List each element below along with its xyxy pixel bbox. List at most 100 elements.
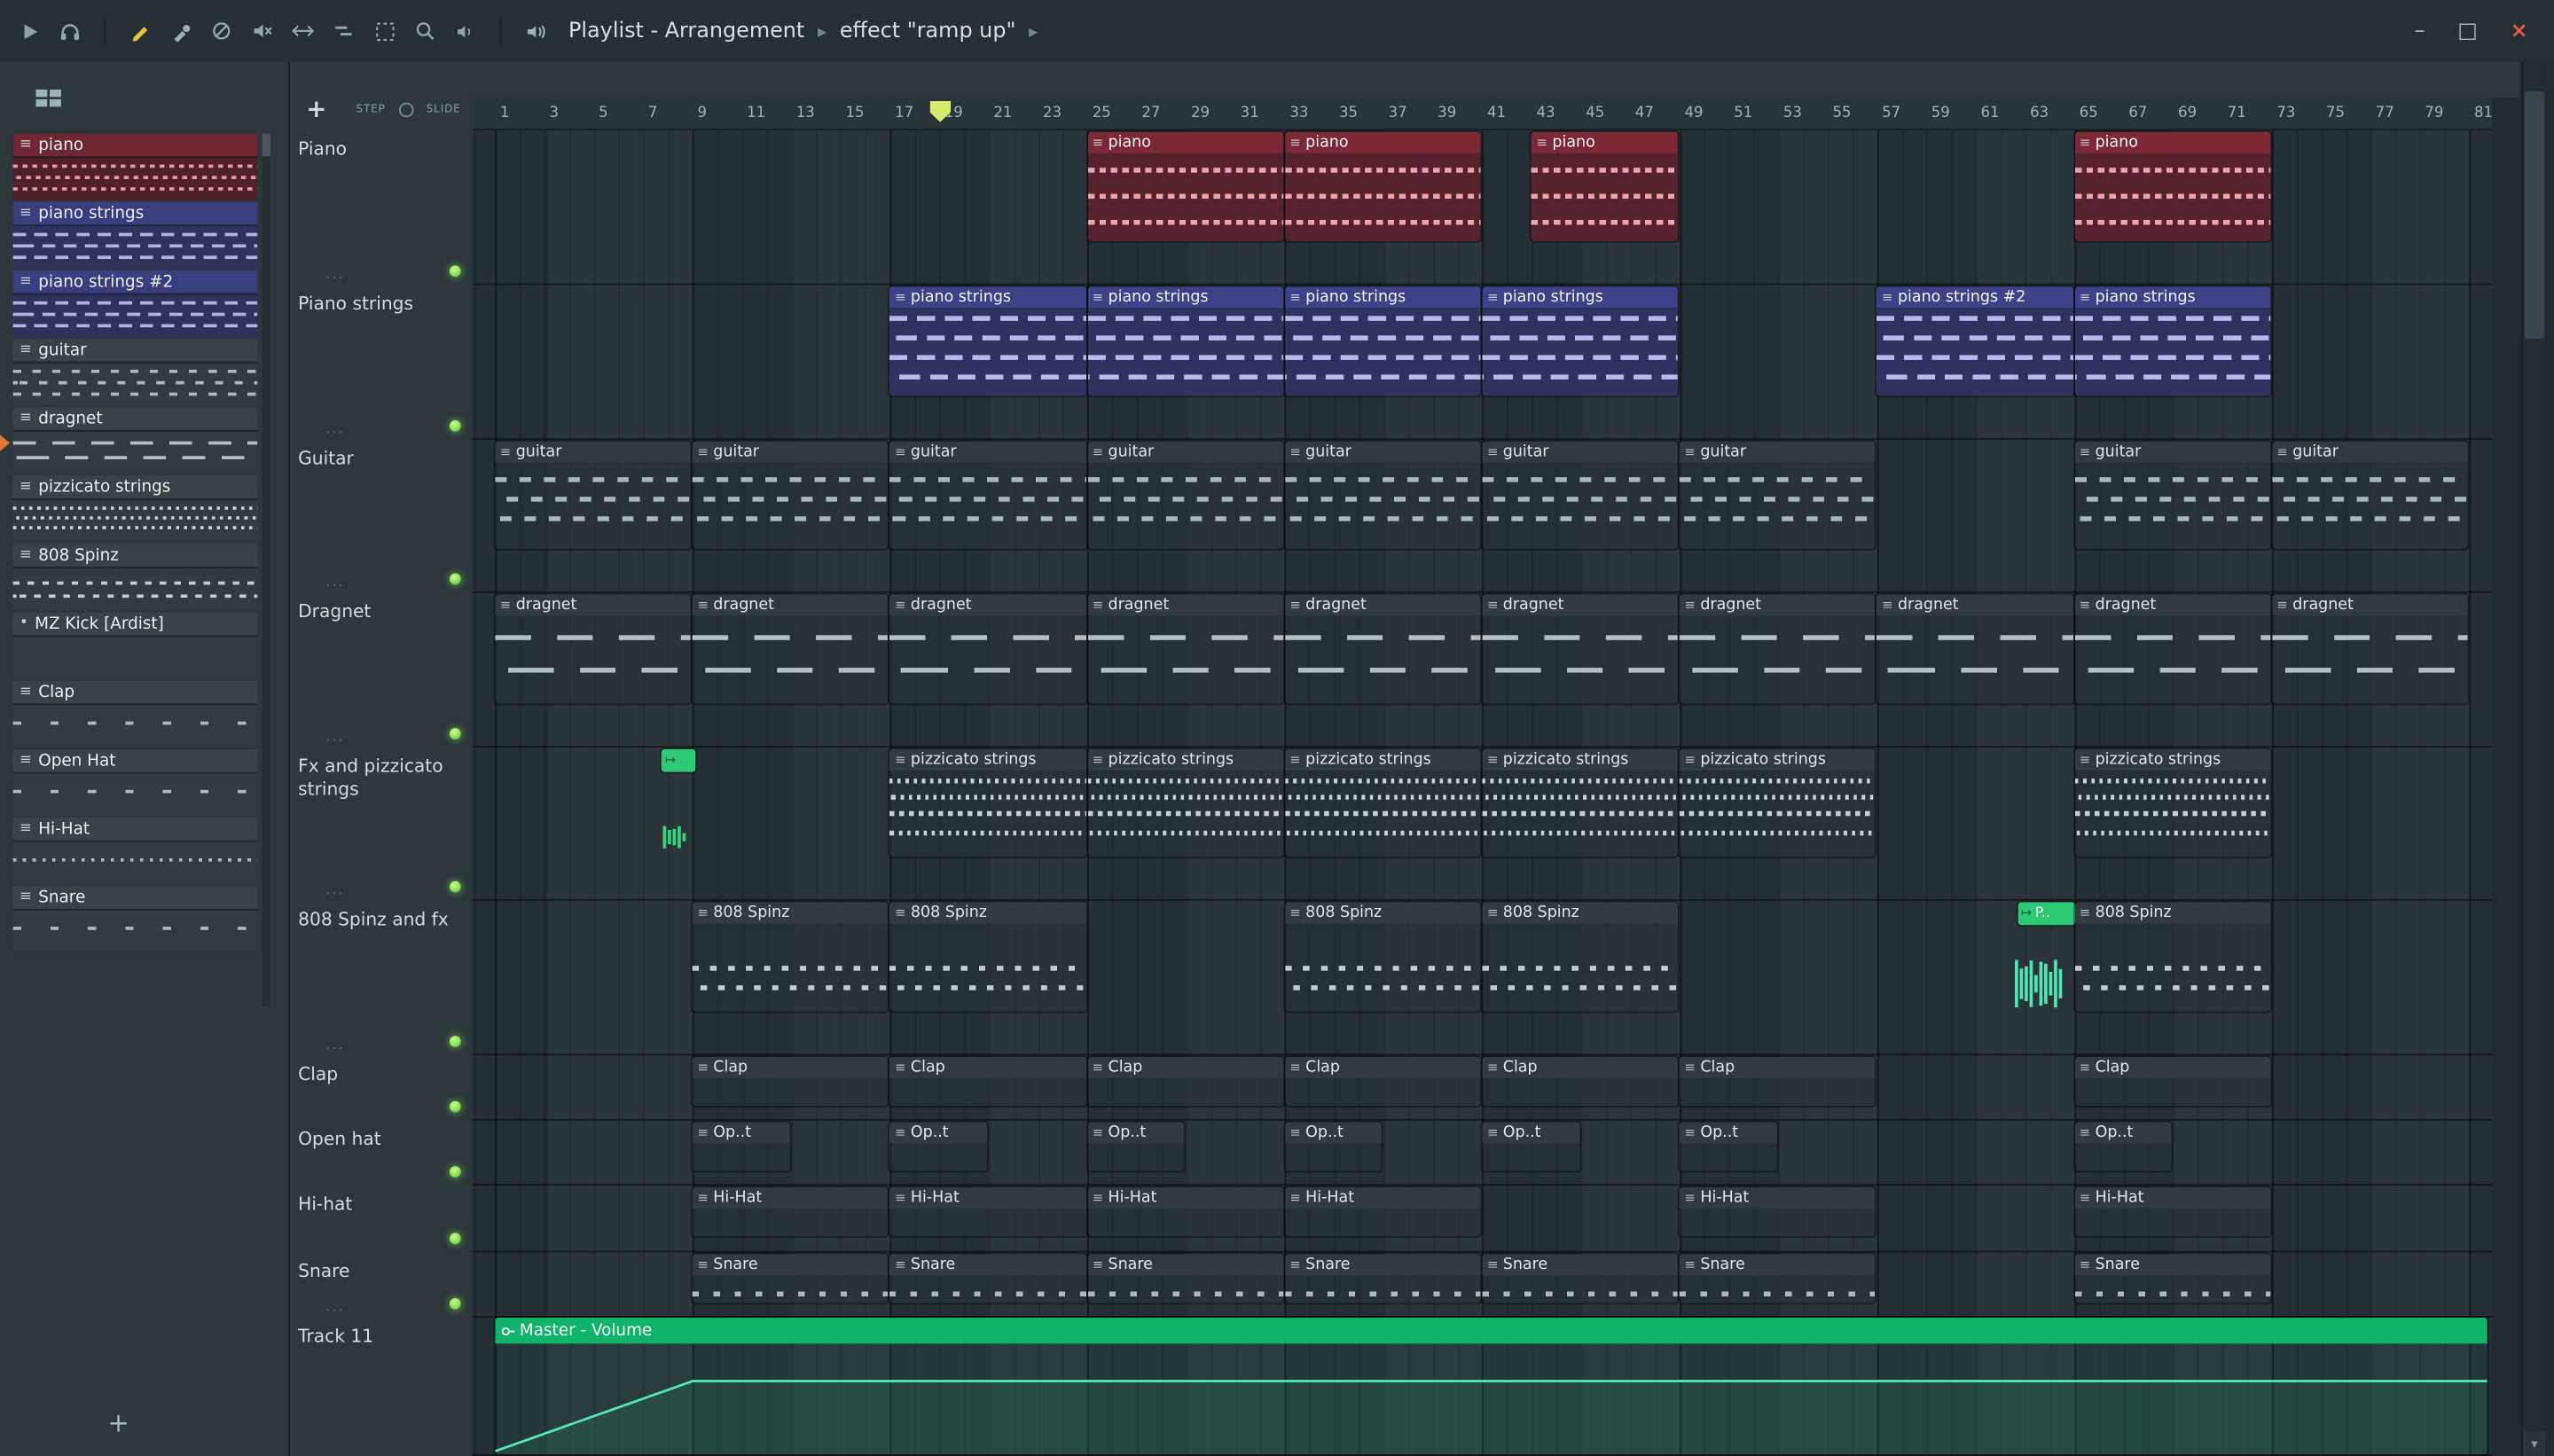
- pattern-item-header[interactable]: ≡ guitar: [12, 339, 258, 362]
- pattern-item-header[interactable]: ≡ Snare: [12, 886, 258, 909]
- pattern-item-header[interactable]: ≡ piano: [12, 133, 258, 157]
- minimize-button[interactable]: –: [2415, 20, 2425, 42]
- pattern-item-header[interactable]: ≡ Clap: [12, 680, 258, 704]
- pattern-clip[interactable]: ≡ guitar: [692, 441, 889, 549]
- pattern-clip[interactable]: ≡ guitar: [889, 441, 1086, 549]
- clip-header[interactable]: ≡ guitar: [2271, 441, 2468, 463]
- clip-header[interactable]: ≡ Snare: [1482, 1254, 1679, 1276]
- clip-header[interactable]: ≡ dragnet: [1284, 594, 1481, 616]
- clip-header[interactable]: ≡ Hi-Hat: [889, 1186, 1086, 1209]
- clip-header[interactable]: ≡ Snare: [692, 1254, 889, 1276]
- headphones-icon[interactable]: [57, 18, 82, 43]
- zoom-tool-icon[interactable]: [412, 18, 438, 43]
- clip-header[interactable]: ≡ Clap: [2074, 1057, 2271, 1078]
- pattern-clip[interactable]: ≡ Clap: [692, 1057, 889, 1107]
- playlist-grid[interactable]: ≡ piano ≡ piano ≡ piano ≡ piano ≡ piano strings ≡ p…: [472, 129, 2493, 1456]
- pattern-item-header[interactable]: • MZ Kick [Ardist]: [12, 612, 258, 636]
- clip-header[interactable]: ≡ guitar: [1087, 441, 1283, 463]
- pattern-clip[interactable]: ≡ Op..t: [1087, 1122, 1185, 1171]
- pattern-clip[interactable]: ≡ piano: [1087, 131, 1283, 241]
- paint-tool-icon[interactable]: [168, 18, 193, 43]
- pattern-clip[interactable]: ≡ dragnet: [2271, 594, 2468, 704]
- clip-header[interactable]: ≡ Op..t: [1087, 1122, 1185, 1144]
- clip-header[interactable]: ≡ Clap: [692, 1057, 889, 1078]
- track-enable-led[interactable]: [449, 1036, 461, 1048]
- audio-waveform[interactable]: [662, 826, 688, 849]
- clip-header[interactable]: ≡ 808 Spinz: [1482, 902, 1679, 924]
- clip-header[interactable]: ≡ Op..t: [889, 1122, 988, 1144]
- clip-header[interactable]: ≡ Clap: [1482, 1057, 1679, 1078]
- draw-tool-icon[interactable]: [127, 18, 153, 43]
- pattern-item[interactable]: ≡ dragnet: [0, 407, 258, 474]
- clip-header[interactable]: ≡ Clap: [1680, 1057, 1876, 1078]
- pattern-clip[interactable]: ≡ Clap: [1087, 1057, 1283, 1107]
- pattern-clip[interactable]: ≡ Snare: [1482, 1254, 1679, 1303]
- clip-header[interactable]: ≡ dragnet: [1482, 594, 1679, 616]
- select-tool-icon[interactable]: [372, 18, 397, 43]
- pattern-clip[interactable]: ≡ guitar: [2271, 441, 2468, 549]
- clip-header[interactable]: ≡ piano: [1284, 131, 1481, 153]
- timeline-ruler[interactable]: 1 3 5 7 9 11 13 15 17 19 21 23 25 27 29 31 33 35 37 39 41 43 4…: [472, 98, 2493, 130]
- pattern-clip[interactable]: ≡ Hi-Hat: [889, 1186, 1086, 1237]
- pattern-clip[interactable]: ≡ pizzicato strings: [1087, 748, 1283, 857]
- clip-header[interactable]: ≡ guitar: [889, 441, 1086, 463]
- add-pattern-button[interactable]: +: [107, 1407, 129, 1438]
- clip-header[interactable]: ≡ Op..t: [692, 1122, 790, 1144]
- pattern-item-header[interactable]: ≡ piano strings: [12, 201, 258, 225]
- clip-header[interactable]: ≡ piano strings #2: [1876, 286, 2073, 309]
- pattern-clip[interactable]: ≡ piano strings: [2074, 286, 2271, 396]
- clip-header[interactable]: ≡ Snare: [1284, 1254, 1481, 1276]
- slide-tool-icon[interactable]: [331, 18, 356, 43]
- pattern-item[interactable]: ≡ Clap: [12, 680, 258, 748]
- track-header[interactable]: Piano...: [290, 130, 473, 285]
- clip-header[interactable]: ≡ Op..t: [1482, 1122, 1579, 1144]
- track-enable-led[interactable]: [449, 881, 461, 893]
- pattern-clip[interactable]: ≡ Op..t: [2074, 1122, 2172, 1171]
- track-header[interactable]: Track 11: [290, 1318, 473, 1456]
- pattern-clip[interactable]: ≡ piano: [1284, 131, 1481, 241]
- mute-tool-icon[interactable]: [249, 18, 275, 43]
- clip-header[interactable]: ≡ guitar: [495, 441, 692, 463]
- track-enable-led[interactable]: [449, 1166, 461, 1178]
- pattern-clip[interactable]: ≡ Snare: [889, 1254, 1086, 1303]
- clip-header[interactable]: ≡ Op..t: [1680, 1122, 1777, 1144]
- pattern-item-header[interactable]: ≡ pizzicato strings: [12, 475, 258, 499]
- track-header[interactable]: Hi-hat: [290, 1186, 473, 1252]
- pattern-clip[interactable]: ≡ Clap: [1284, 1057, 1481, 1107]
- track-header[interactable]: Guitar...: [290, 440, 473, 593]
- pattern-clip[interactable]: ≡ Clap: [889, 1057, 1086, 1107]
- clip-header[interactable]: ≡ piano strings: [1087, 286, 1283, 309]
- pattern-clip[interactable]: ≡ piano: [2074, 131, 2271, 241]
- pattern-clip[interactable]: ≡ pizzicato strings: [2074, 748, 2271, 857]
- breadcrumb-playlist[interactable]: Playlist - Arrangement: [568, 19, 804, 43]
- pattern-clip[interactable]: ≡ Snare: [1680, 1254, 1876, 1303]
- pattern-item-header[interactable]: ≡ Open Hat: [12, 748, 258, 772]
- track-enable-led[interactable]: [449, 419, 461, 432]
- pattern-clip[interactable]: ≡ pizzicato strings: [1284, 748, 1481, 857]
- maximize-button[interactable]: □: [2457, 20, 2478, 42]
- clip-header[interactable]: ≡ Op..t: [1284, 1122, 1383, 1144]
- track-header[interactable]: Dragnet...: [290, 593, 473, 748]
- clip-header[interactable]: ≡ dragnet: [1680, 594, 1876, 616]
- clip-header[interactable]: ≡ Hi-Hat: [1680, 1186, 1876, 1209]
- pattern-clip[interactable]: ≡ Op..t: [1680, 1122, 1777, 1171]
- pattern-clip[interactable]: ≡ Snare: [692, 1254, 889, 1303]
- pattern-clip[interactable]: ≡ Op..t: [1284, 1122, 1383, 1171]
- pattern-clip[interactable]: ≡ dragnet: [1876, 594, 2073, 704]
- pattern-clip[interactable]: ≡ dragnet: [1284, 594, 1481, 704]
- pattern-clip[interactable]: ≡ piano strings: [889, 286, 1086, 396]
- vertical-scrollbar-thumb[interactable]: [2524, 90, 2544, 340]
- track-name[interactable]: Clap: [290, 1055, 473, 1086]
- clip-header[interactable]: ≡ dragnet: [495, 594, 692, 616]
- pattern-item[interactable]: ≡ guitar: [12, 339, 258, 406]
- track-enable-led[interactable]: [449, 265, 461, 278]
- pattern-item-header[interactable]: ≡ dragnet: [12, 407, 258, 430]
- clip-header[interactable]: ≡ Snare: [1680, 1254, 1876, 1276]
- clip-header[interactable]: ≡ piano: [2074, 131, 2271, 153]
- pattern-item[interactable]: ≡ pizzicato strings: [12, 475, 258, 543]
- audition-speaker-icon[interactable]: [523, 18, 549, 43]
- pattern-clip[interactable]: ≡ dragnet: [889, 594, 1086, 704]
- delete-tool-icon[interactable]: [208, 18, 234, 43]
- clip-header[interactable]: ≡ dragnet: [1087, 594, 1283, 616]
- clip-header[interactable]: ≡ dragnet: [1876, 594, 2073, 616]
